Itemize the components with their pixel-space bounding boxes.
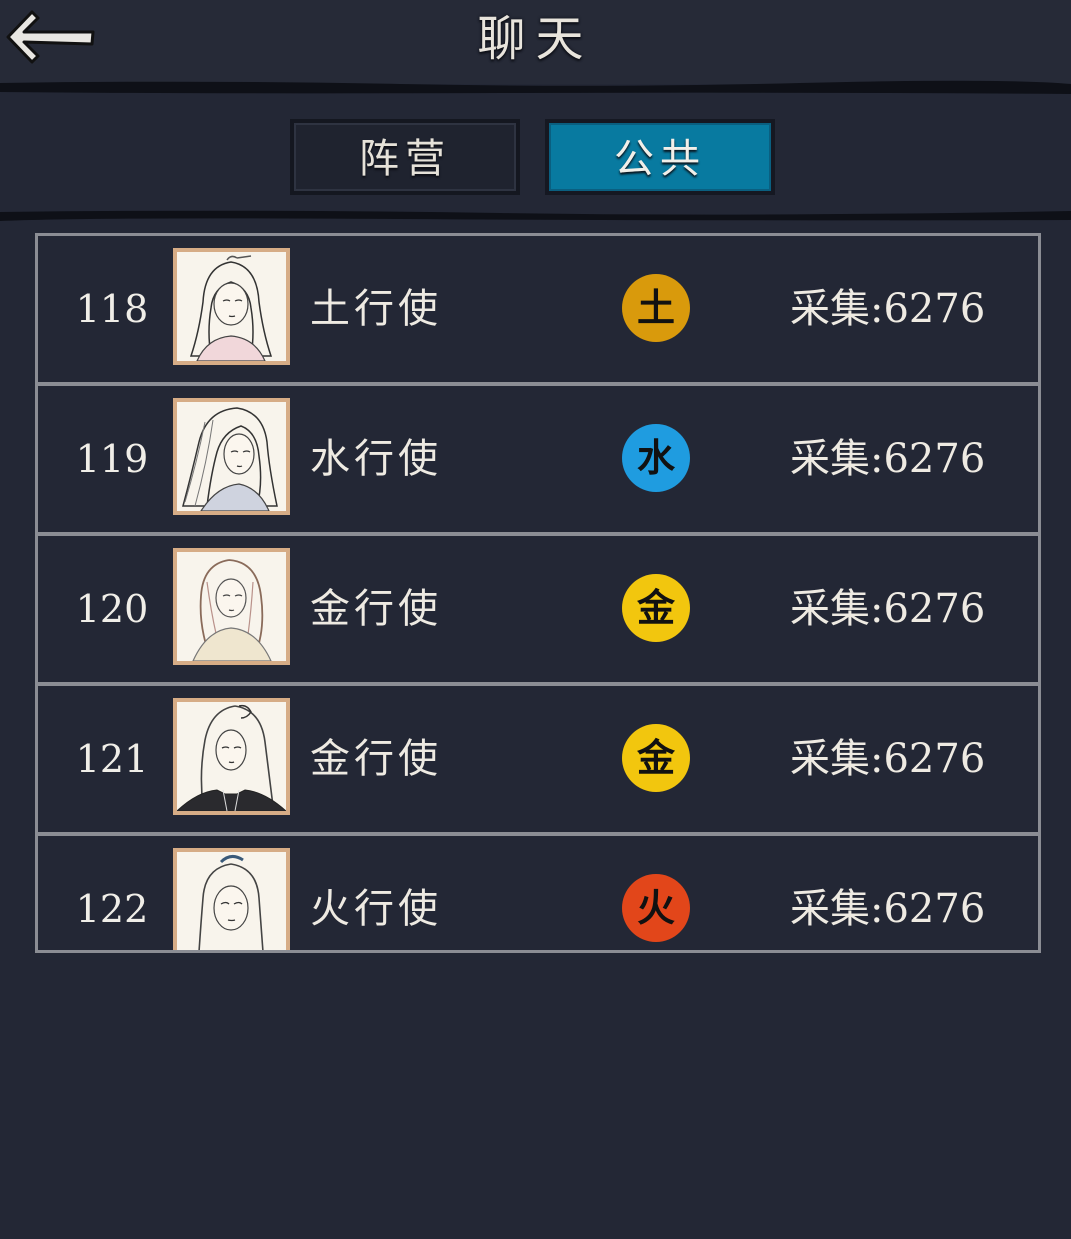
gather-stat: 采集:6276 [790, 286, 986, 332]
tabs-divider [0, 208, 1071, 222]
avatar [173, 398, 290, 515]
element-metal-icon: 金 [622, 724, 690, 792]
list-item[interactable]: 119 水行使 水 采集:6276 [38, 386, 1038, 536]
element-fire-icon: 火 [622, 874, 690, 942]
list-item[interactable]: 120 金行使 金 采集:6276 [38, 536, 1038, 686]
rank-number: 121 [75, 737, 149, 781]
list-item[interactable]: 121 金行使 金 采集:6276 [38, 686, 1038, 836]
avatar [173, 548, 290, 665]
player-name: 金行使 [310, 586, 442, 632]
header-divider [0, 80, 1071, 94]
rank-number: 120 [75, 587, 149, 631]
tab-faction[interactable]: 阵营 [290, 119, 520, 195]
gather-stat: 采集:6276 [790, 886, 986, 932]
rank-number: 122 [75, 887, 149, 931]
gather-stat: 采集:6276 [790, 736, 986, 782]
element-metal-icon: 金 [622, 574, 690, 642]
tab-public[interactable]: 公共 [545, 119, 775, 195]
player-name: 水行使 [310, 436, 442, 482]
avatar [173, 698, 290, 815]
element-earth-icon: 土 [622, 274, 690, 342]
rank-number: 119 [75, 437, 149, 481]
header-bar: 聊天 [0, 0, 1071, 84]
avatar [173, 848, 290, 950]
gather-stat: 采集:6276 [790, 436, 986, 482]
player-list: 118 土行使 土 采集:6276 119 水行使 水 采集:6276 120 … [35, 233, 1041, 953]
element-water-icon: 水 [622, 424, 690, 492]
gather-stat: 采集:6276 [790, 586, 986, 632]
player-name: 土行使 [310, 286, 442, 332]
rank-number: 118 [75, 287, 149, 331]
player-name: 火行使 [310, 886, 442, 932]
page-title: 聊天 [477, 11, 594, 67]
list-item[interactable]: 122 火行使 火 采集:6276 [38, 836, 1038, 950]
player-name: 金行使 [310, 736, 442, 782]
list-item[interactable]: 118 土行使 土 采集:6276 [38, 236, 1038, 386]
avatar [173, 248, 290, 365]
